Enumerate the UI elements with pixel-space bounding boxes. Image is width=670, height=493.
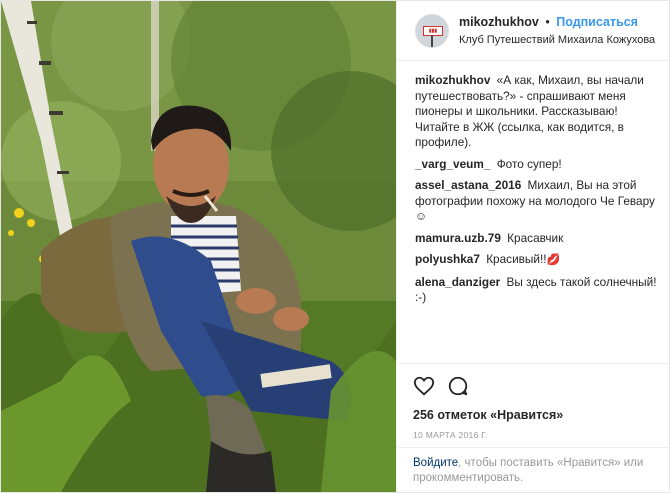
login-prompt: Войдите, чтобы поставить «Нравится» или … (397, 447, 669, 486)
comment-username-link[interactable]: alena_danziger (415, 275, 500, 289)
comment-item: alena_danziger Вы здесь такой солнечный!… (415, 275, 657, 306)
location-link[interactable]: Клуб Путешествий Михаила Кожухова (459, 32, 655, 48)
post-actions: 256 отметок «Нравится» 10 марта 2016 г. (397, 363, 669, 440)
comment-username-link[interactable]: assel_astana_2016 (415, 178, 521, 192)
avatar[interactable]: ▮▮▮ (415, 13, 449, 48)
comment-item: mamura.uzb.79 Красавчик (415, 231, 657, 247)
comment-username-link[interactable]: polyushka7 (415, 252, 480, 266)
kiss-emoji-icon: 💋 (546, 254, 561, 266)
comment-text: Красивый!! (486, 252, 547, 266)
comments-list: mikozhukhov «А как, Михаил, вы начали пу… (415, 73, 657, 312)
caption: mikozhukhov «А как, Михаил, вы начали пу… (415, 73, 657, 151)
avatar-sign-icon: ▮▮▮ (423, 25, 443, 36)
post-photo-illustration (1, 1, 396, 492)
comment-item: polyushka7 Красивый!!💋 (415, 252, 657, 269)
caption-username-link[interactable]: mikozhukhov (415, 73, 490, 87)
header-separator: • (545, 14, 550, 29)
comment-item: assel_astana_2016 Михаил, Вы на этой фот… (415, 178, 657, 225)
follow-button[interactable]: Подписаться (556, 15, 638, 29)
comment-bubble-icon[interactable] (447, 375, 469, 397)
instagram-post: ▮▮▮ mikozhukhov • Подписаться Клуб Путеш… (0, 0, 670, 493)
header-username-link[interactable]: mikozhukhov (459, 15, 539, 29)
likes-count[interactable]: 256 отметок «Нравится» (413, 408, 653, 422)
login-link[interactable]: Войдите (413, 457, 458, 469)
post-sidebar: ▮▮▮ mikozhukhov • Подписаться Клуб Путеш… (396, 1, 669, 492)
comment-text: Фото супер! (496, 156, 562, 171)
comment-username-link[interactable]: mamura.uzb.79 (415, 231, 501, 245)
comment-text: Красавчик (507, 230, 564, 245)
comment-item: _varg_veum_ Фото супер! (415, 157, 657, 173)
post-header: ▮▮▮ mikozhukhov • Подписаться Клуб Путеш… (397, 1, 669, 61)
comment-username-link[interactable]: _varg_veum_ (415, 157, 490, 171)
heart-icon[interactable] (413, 375, 435, 397)
post-date: 10 марта 2016 г. (413, 430, 488, 440)
post-photo[interactable] (1, 1, 396, 492)
